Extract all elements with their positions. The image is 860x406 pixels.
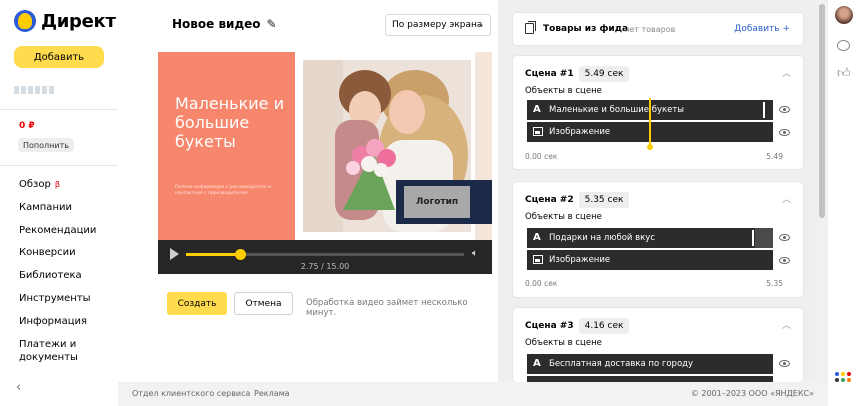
sidebar-divider — [0, 109, 118, 110]
title-row: Новое видео ✎ — [172, 17, 277, 31]
sidebar-item-tools[interactable]: Инструменты — [19, 292, 99, 315]
feed-subtitle: · нет товаров — [619, 25, 676, 34]
scene-object-row[interactable]: A Бесплатная доставка по городу — [527, 354, 773, 374]
scene-playhead-handle[interactable] — [647, 144, 653, 150]
scene-duration: 5.35 сек — [578, 192, 630, 208]
scene-card: Сцена #3 4.16 сек ︿ Объекты в сцене A Бе… — [513, 308, 803, 382]
sidebar-item-campaigns[interactable]: Кампании — [19, 201, 99, 224]
video-progress-track[interactable] — [186, 249, 464, 260]
feed-add-link[interactable]: Добавить + — [734, 24, 790, 34]
sidebar-item-recommendations[interactable]: Рекомендации — [19, 224, 99, 247]
eye-icon[interactable] — [779, 360, 790, 367]
scene-timeline-labels: 0.00 сек 5.35 — [525, 279, 783, 288]
logo-placeholder[interactable]: Логотип — [396, 180, 492, 224]
processing-note: Обработка видео займет несколько минут. — [306, 298, 468, 318]
scene-duration: 5.49 сек — [578, 66, 630, 82]
footer: Отдел клиентского сервиса Реклама © 2001… — [118, 382, 828, 406]
chevron-up-icon[interactable]: ︿ — [782, 318, 791, 331]
play-icon[interactable] — [170, 248, 179, 260]
objects-label: Объекты в сцене — [525, 86, 602, 96]
thumbs-up-icon[interactable]: 👍︎ — [837, 66, 851, 81]
page-title: Новое видео — [172, 17, 261, 31]
logo-text: Директ — [41, 10, 116, 32]
scene-object-row[interactable]: A Подарки на любой вкус — [527, 228, 773, 248]
feed-title: Товары из фида — [543, 24, 629, 34]
sidebar-item-payments[interactable]: Платежи и документы — [19, 338, 99, 368]
eye-icon[interactable] — [779, 129, 790, 136]
scene-object-row[interactable]: Изображение — [527, 250, 773, 270]
video-preview[interactable]: Маленькие и большие букеты Полная информ… — [158, 52, 492, 240]
right-rail: 👍︎ — [828, 0, 860, 406]
pencil-icon[interactable]: ✎ — [267, 17, 277, 31]
copy-icon — [525, 21, 536, 34]
direct-logo[interactable]: Директ — [14, 10, 116, 32]
chevron-up-icon[interactable]: ︿ — [782, 192, 791, 205]
eye-icon[interactable] — [779, 257, 790, 264]
sidebar-item-overview[interactable]: Обзор β — [19, 178, 99, 201]
eye-icon[interactable] — [779, 234, 790, 241]
objects-label: Объекты в сцене — [525, 338, 602, 348]
text-icon: A — [533, 104, 541, 115]
object-trim-handle[interactable] — [763, 102, 765, 118]
scenes-scrollbar[interactable] — [817, 0, 827, 382]
scene-name: Сцена #3 — [525, 321, 574, 331]
text-icon: A — [533, 358, 541, 369]
video-editor: Новое видео ✎ По размеру экрана ⌄ Малень… — [118, 0, 498, 382]
scene-playhead[interactable] — [649, 98, 651, 146]
scene-name: Сцена #1 — [525, 69, 574, 79]
sidebar-divider — [0, 165, 118, 166]
fit-select[interactable]: По размеру экрана ⌄ — [385, 14, 491, 36]
sidebar-item-information[interactable]: Информация — [19, 315, 99, 338]
blurred-account-id — [14, 86, 54, 94]
text-icon: A — [533, 232, 541, 243]
scene-name: Сцена #2 — [525, 195, 574, 205]
create-button[interactable]: Создать — [167, 292, 227, 315]
avatar[interactable] — [835, 6, 853, 24]
objects-label: Объекты в сцене — [525, 212, 602, 222]
chevron-up-icon[interactable]: ︿ — [782, 66, 791, 79]
add-button[interactable]: Добавить — [14, 46, 104, 68]
scene-duration: 4.16 сек — [578, 318, 630, 334]
video-progress-fill — [186, 253, 241, 256]
yandex-direct-logo-icon — [14, 10, 36, 32]
beta-badge: β — [54, 180, 60, 189]
scrollbar-thumb[interactable] — [819, 4, 825, 218]
video-small-text: Полная информация о рекламодателе и конт… — [175, 185, 272, 196]
feed-products-card: Товары из фида · нет товаров Добавить + — [513, 13, 803, 45]
scene-card: Сцена #2 5.35 сек ︿ Объекты в сцене A По… — [513, 182, 803, 297]
footer-link-ads[interactable]: Реклама — [254, 389, 290, 398]
video-controls: 🔈︎ 2.75 / 15.00 — [158, 240, 492, 274]
balance-amount: 0 ₽ — [19, 121, 35, 131]
video-heading: Маленькие и большие букеты — [175, 94, 284, 151]
volume-icon[interactable]: 🔈︎ — [472, 248, 478, 259]
logo-placeholder-label: Логотип — [404, 186, 470, 218]
sidebar-item-library[interactable]: Библиотека — [19, 269, 99, 292]
sidebar-item-conversions[interactable]: Конверсии — [19, 246, 99, 269]
sidebar-nav: Обзор β Кампании Рекомендации Конверсии Б… — [19, 178, 99, 368]
image-icon — [533, 127, 543, 136]
apps-icon[interactable] — [835, 372, 853, 382]
footer-link-support[interactable]: Отдел клиентского сервиса — [132, 389, 250, 398]
video-time: 2.75 / 15.00 — [300, 262, 350, 271]
eye-icon[interactable] — [779, 106, 790, 113]
video-progress-handle[interactable] — [235, 249, 247, 260]
scene-timeline-labels: 0.00 сек 5.49 — [525, 152, 783, 161]
topup-button[interactable]: Пополнить — [18, 138, 74, 152]
image-icon — [533, 255, 543, 264]
chevron-left-icon[interactable]: ‹ — [16, 380, 21, 395]
object-trim-handle[interactable] — [752, 230, 754, 246]
chat-icon[interactable] — [837, 40, 850, 51]
chevron-down-icon: ⌄ — [477, 20, 485, 30]
copyright: © 2001–2023 ООО «ЯНДЕКС» — [690, 389, 814, 398]
cancel-button[interactable]: Отмена — [234, 292, 293, 315]
scene-card: Сцена #1 5.49 сек ︿ Объекты в сцене A Ма… — [513, 56, 803, 169]
sidebar: Директ Добавить 0 ₽ Пополнить Обзор β Кам… — [0, 0, 118, 406]
